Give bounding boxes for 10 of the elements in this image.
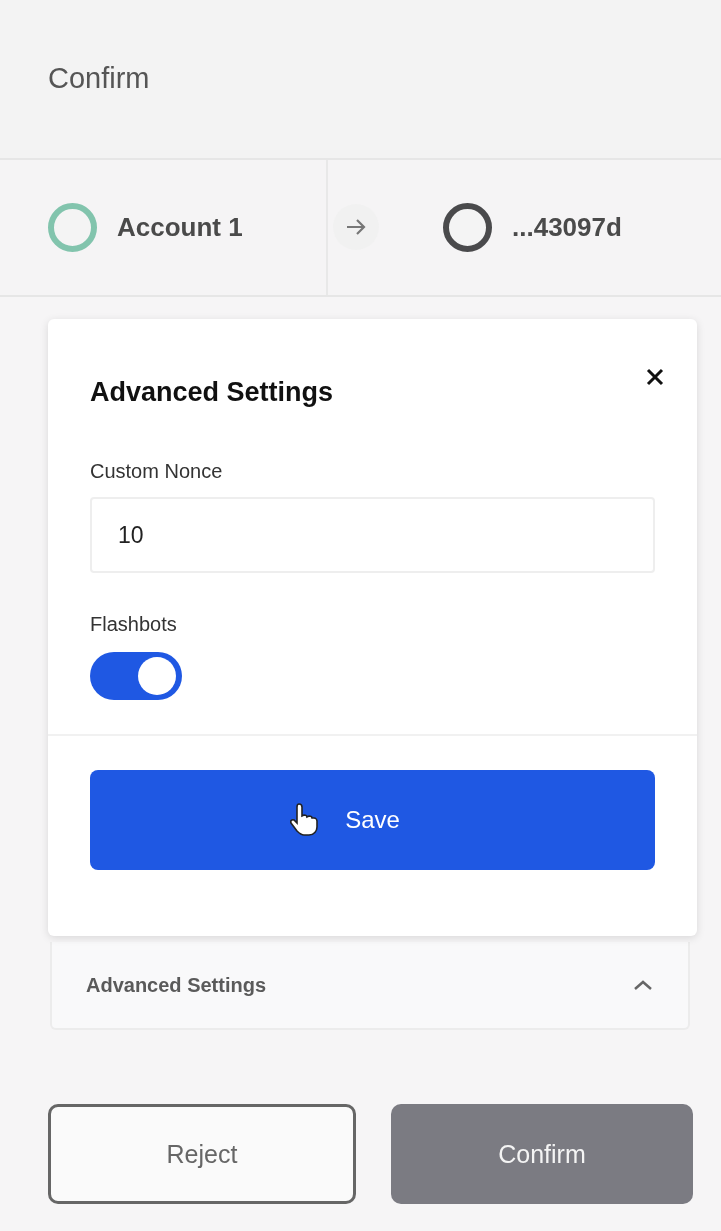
field-label: Custom Nonce xyxy=(90,460,224,483)
account-name: ...43097d xyxy=(512,212,622,243)
dialog-title: Advanced Settings xyxy=(90,377,335,408)
account-name: Account 1 xyxy=(117,212,243,243)
nonce-input-field[interactable]: 10 xyxy=(90,497,655,573)
reject-button[interactable]: Reject xyxy=(48,1104,356,1204)
save-button[interactable]: Save xyxy=(90,770,655,870)
field-label: Flashbots xyxy=(90,613,178,636)
page-title: Confirm xyxy=(48,62,151,95)
accordion-title[interactable]: Advanced Settings xyxy=(86,973,267,997)
